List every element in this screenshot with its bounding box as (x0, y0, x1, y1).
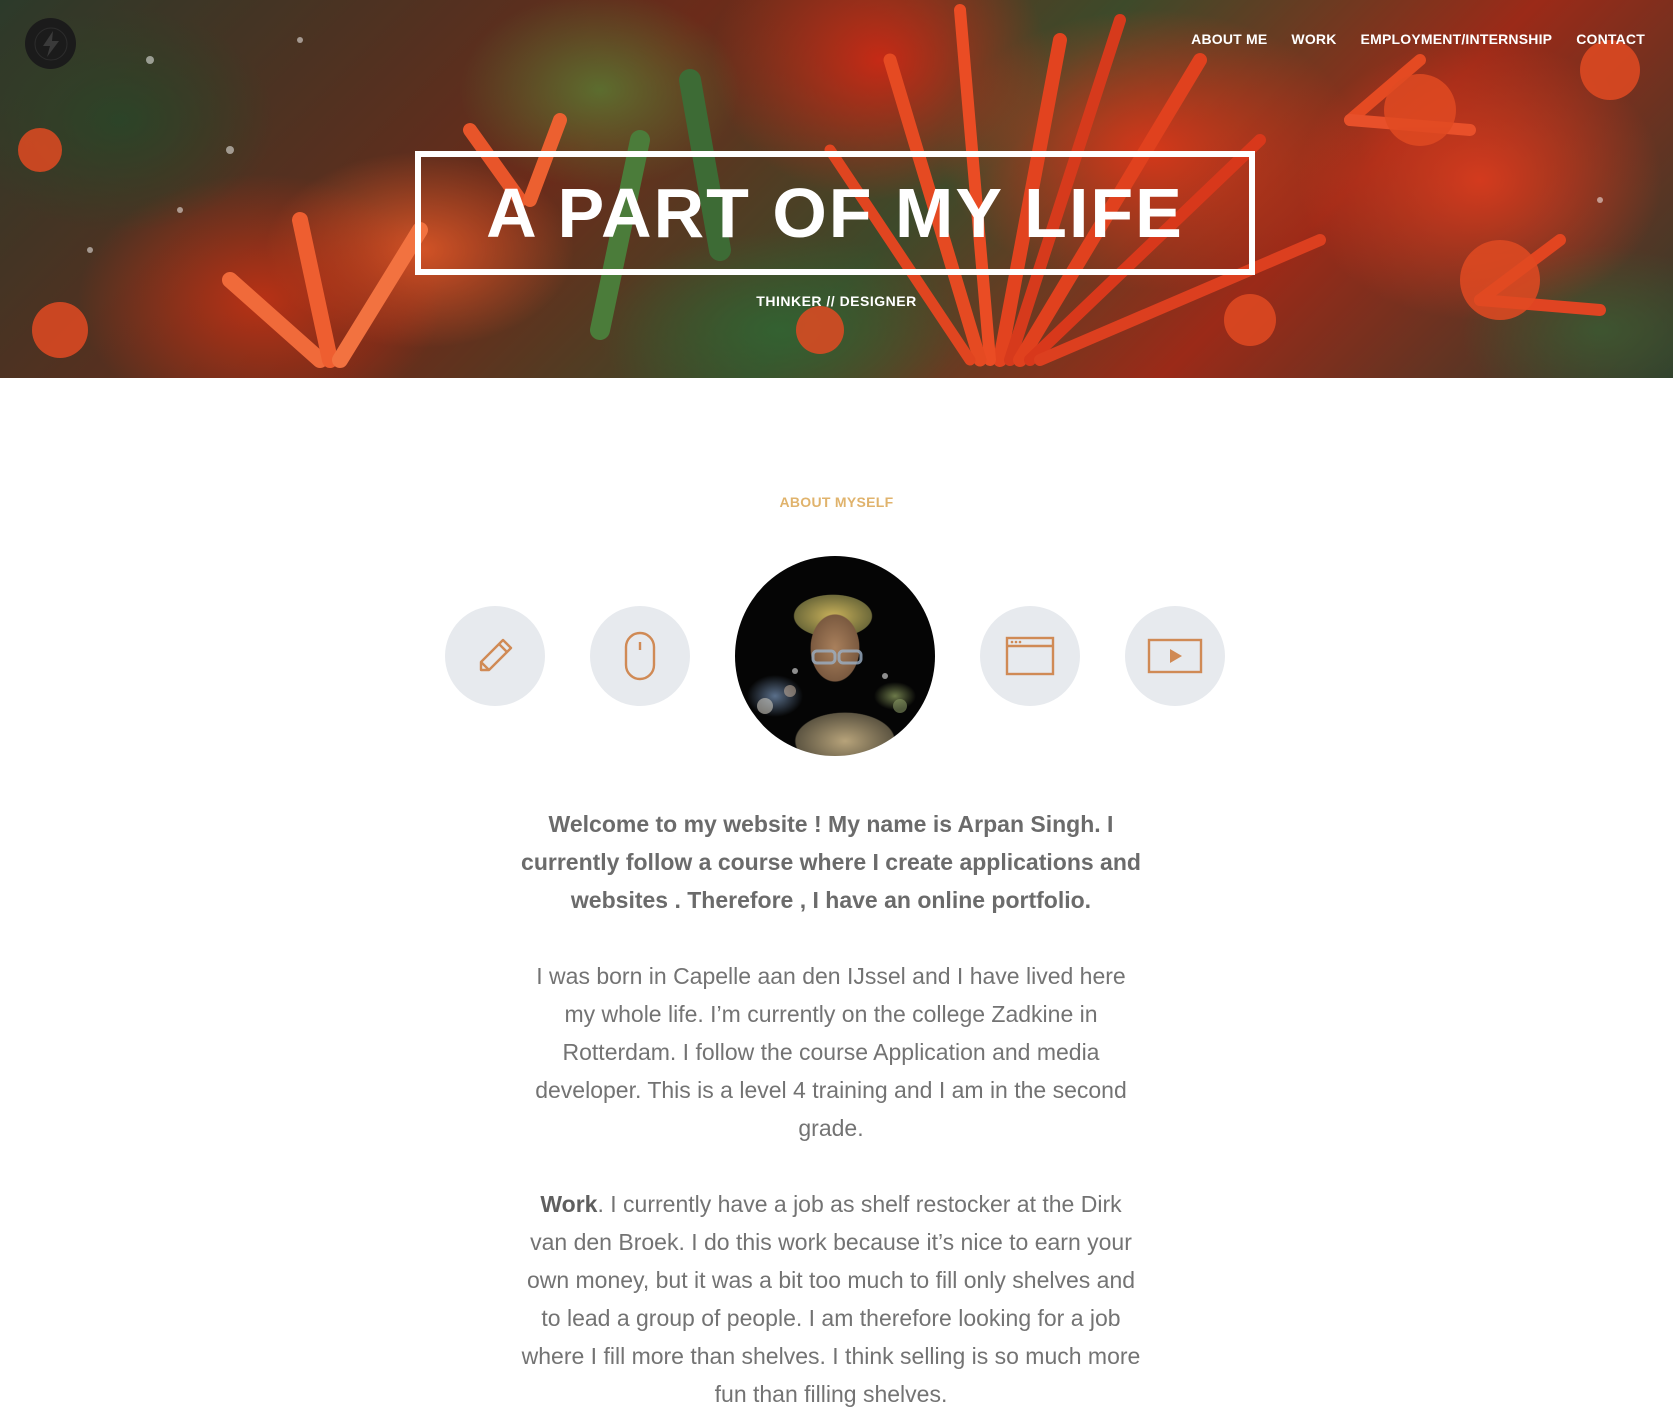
mouse-icon-circle (590, 606, 690, 706)
mouse-icon (624, 631, 656, 681)
intro-text: Welcome to my website ! My name is Arpan… (521, 811, 1141, 913)
pencil-icon (479, 638, 513, 672)
pencil-icon-circle (445, 606, 545, 706)
site-logo[interactable] (25, 18, 76, 69)
hero-title: A PART OF MY LIFE (486, 174, 1184, 252)
nav-employment-internship[interactable]: EMPLOYMENT/INTERNSHIP (1361, 31, 1553, 47)
avatar-photo (757, 649, 907, 714)
paragraph-work: Work. I currently have a job as shelf re… (521, 1185, 1141, 1413)
work-label: Work (540, 1191, 598, 1217)
hero-title-frame: A PART OF MY LIFE (415, 151, 1255, 275)
hero-subtitle: THINKER // DESIGNER (756, 293, 917, 309)
about-text: Welcome to my website ! My name is Arpan… (521, 805, 1141, 1413)
nav-about-me[interactable]: ABOUT ME (1191, 31, 1267, 47)
profile-avatar (735, 556, 935, 756)
lightning-icon (34, 27, 67, 60)
paragraph-background: I was born in Capelle aan den IJssel and… (535, 963, 1127, 1141)
nav-contact[interactable]: CONTACT (1576, 31, 1645, 47)
nav-work[interactable]: WORK (1291, 31, 1336, 47)
video-icon-circle (1125, 606, 1225, 706)
hero-banner: ABOUT ME WORK EMPLOYMENT/INTERNSHIP CONT… (0, 0, 1673, 378)
browser-window-icon (1005, 636, 1055, 676)
work-text: . I currently have a job as shelf restoc… (521, 1191, 1141, 1407)
video-play-icon (1147, 638, 1203, 674)
section-label: ABOUT MYSELF (779, 494, 894, 510)
main-nav: ABOUT ME WORK EMPLOYMENT/INTERNSHIP CONT… (1191, 31, 1645, 47)
browser-icon-circle (980, 606, 1080, 706)
